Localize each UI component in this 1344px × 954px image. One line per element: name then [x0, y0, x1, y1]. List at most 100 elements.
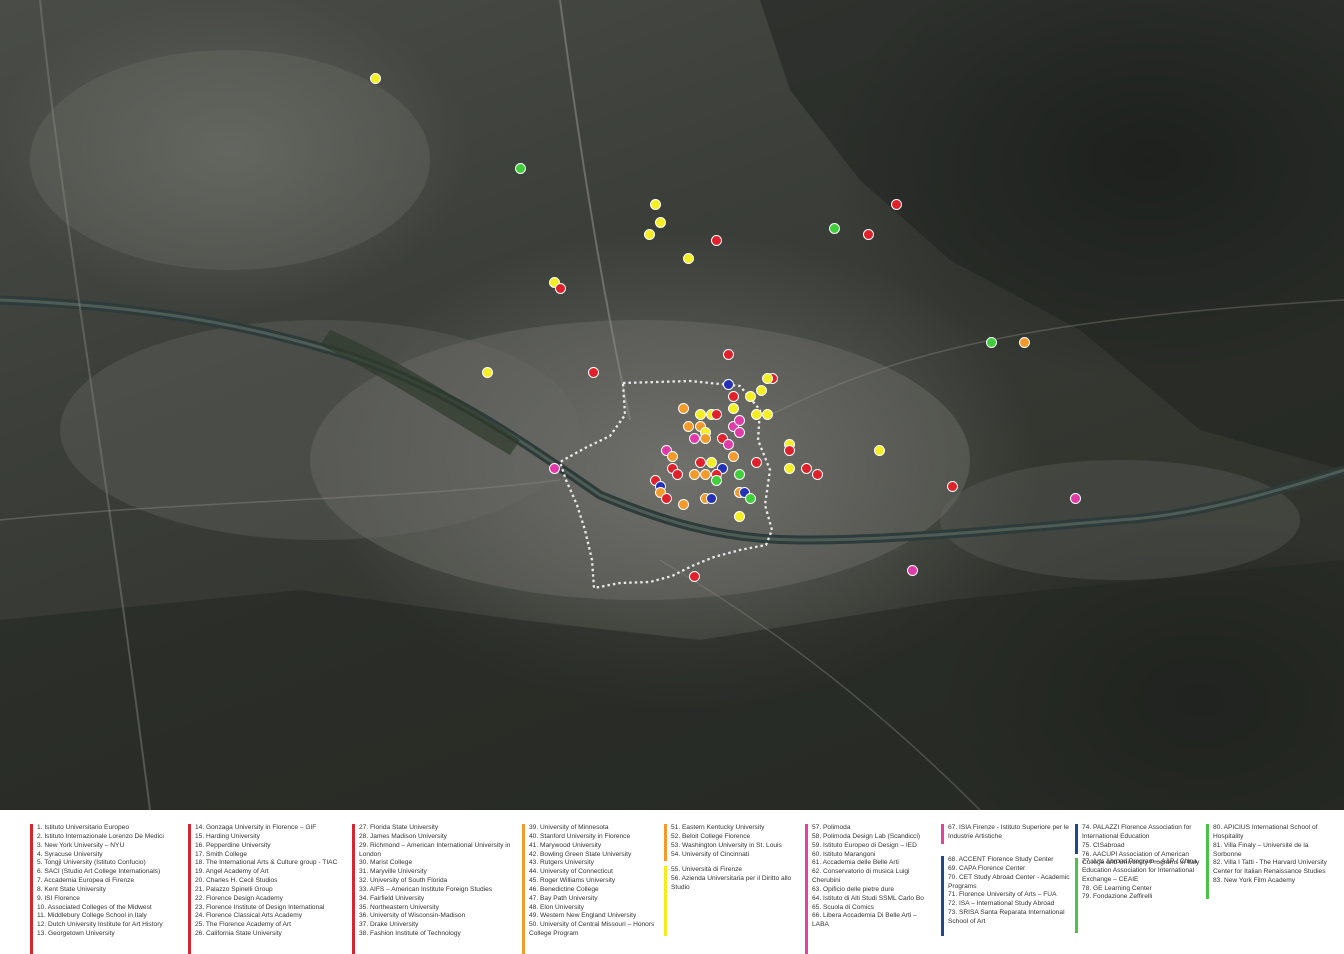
map-marker[interactable]: [728, 402, 740, 414]
map-marker[interactable]: [1069, 492, 1081, 504]
map-marker[interactable]: [733, 510, 745, 522]
legend-entry: 35. Northeastern University: [359, 903, 439, 911]
map-marker[interactable]: [644, 228, 656, 240]
legend-entry: 45. Roger Williams University: [529, 877, 616, 885]
map-marker[interactable]: [722, 378, 734, 390]
map-marker[interactable]: [711, 408, 723, 420]
map-marker[interactable]: [784, 444, 796, 456]
map-marker[interactable]: [688, 432, 700, 444]
map-marker[interactable]: [907, 564, 919, 576]
map-marker[interactable]: [722, 348, 734, 360]
legend-entry: 7. Accademia Europea di Firenze: [37, 877, 135, 885]
map-marker[interactable]: [700, 432, 712, 444]
legend-entry: 29. Richmond – American International Un…: [359, 841, 511, 858]
map-marker[interactable]: [694, 456, 706, 468]
map-marker[interactable]: [672, 468, 684, 480]
map-marker[interactable]: [744, 390, 756, 402]
map-marker[interactable]: [985, 336, 997, 348]
legend-entry: 77. Arts Abroad Program – AAP / China Ed…: [1082, 858, 1197, 883]
map-marker[interactable]: [711, 234, 723, 246]
map-marker[interactable]: [828, 222, 840, 234]
map-marker[interactable]: [750, 408, 762, 420]
map-marker[interactable]: [728, 390, 740, 402]
legend-entry: 69. CAPA Florence Center: [948, 864, 1026, 872]
legend-color-bar: [941, 824, 944, 844]
map-marker[interactable]: [694, 408, 706, 420]
map-marker[interactable]: [677, 402, 689, 414]
legend-entry: 60. Istituto Marangoni: [812, 850, 876, 858]
legend-entry: 11. Middlebury College School in Italy: [37, 912, 147, 920]
map-marker[interactable]: [733, 426, 745, 438]
map-marker[interactable]: [688, 468, 700, 480]
map-marker[interactable]: [588, 366, 600, 378]
legend-color-bar: [664, 824, 667, 861]
legend-column: 57. Polimoda 58. Polimoda Design Lab (Sca…: [805, 824, 935, 954]
map-marker[interactable]: [812, 468, 824, 480]
legend-entry: 82. Villa I Tatti - The Harvard Universi…: [1213, 859, 1327, 876]
legend-entry: 10. Associated Colleges of the Midwest: [37, 903, 152, 911]
map-marker[interactable]: [666, 450, 678, 462]
map-marker[interactable]: [683, 252, 695, 264]
map-marker[interactable]: [873, 444, 885, 456]
map-marker[interactable]: [946, 480, 958, 492]
map-marker[interactable]: [733, 414, 745, 426]
legend-color-bar: [1075, 858, 1078, 933]
legend-entry: 57. Polimoda: [812, 824, 851, 831]
map-marker[interactable]: [369, 72, 381, 84]
satellite-map[interactable]: [0, 0, 1344, 810]
map-marker[interactable]: [728, 450, 740, 462]
legend-entry: 41. Marywood University: [529, 841, 602, 849]
map-marker[interactable]: [750, 456, 762, 468]
legend-column: 55. Università di Firenze 56. Azienda Uni…: [664, 866, 804, 936]
legend-color-bar: [1206, 824, 1209, 899]
map-marker[interactable]: [705, 492, 717, 504]
legend-column: 67. ISIA Firenze - Istituto Superiore pe…: [941, 824, 1071, 844]
legend-entry: 75. CISabroad: [1082, 841, 1125, 849]
map-marker[interactable]: [1019, 336, 1031, 348]
legend-entry: 21. Palazzo Spinelli Group: [195, 885, 273, 893]
legend-entry: 15. Harding University: [195, 832, 260, 840]
map-marker[interactable]: [784, 462, 796, 474]
map-marker[interactable]: [890, 198, 902, 210]
legend-entry: 17. Smith College: [195, 850, 248, 858]
map-marker[interactable]: [660, 492, 672, 504]
legend-column: 27. Florida State University 28. James Ma…: [352, 824, 518, 954]
legend-entry: 66. Libera Accademia Di Belle Arti – LAB…: [812, 912, 917, 929]
legend-entry: 18. The International Arts & Culture gro…: [195, 859, 338, 867]
legend-entry: 20. Charles H. Cecil Studios: [195, 877, 278, 885]
map-marker[interactable]: [481, 366, 493, 378]
legend-entry: 23. Florence Institute of Design Interna…: [195, 903, 325, 911]
legend-entry: 6. SACI (Studio Art College Internationa…: [37, 868, 161, 876]
map-marker[interactable]: [761, 408, 773, 420]
legend-entry: 74. PALAZZI Florence Association for Int…: [1082, 824, 1192, 840]
map-marker[interactable]: [800, 462, 812, 474]
legend-entry: 72. ISA – International Study Abroad: [948, 900, 1055, 908]
map-marker[interactable]: [761, 372, 773, 384]
map-marker[interactable]: [688, 570, 700, 582]
map-marker[interactable]: [683, 420, 695, 432]
map-marker[interactable]: [722, 438, 734, 450]
map-marker[interactable]: [655, 216, 667, 228]
legend-column: 1. Istituto Universitario Europeo 2. Isti…: [30, 824, 180, 954]
map-marker[interactable]: [862, 228, 874, 240]
map-marker[interactable]: [677, 498, 689, 510]
legend-entry: 4. Syracuse University: [37, 850, 103, 858]
legend-entry: 40. Stanford University in Florence: [529, 832, 631, 840]
legend-entry: 19. Angel Academy of Art: [195, 868, 269, 876]
legend-entry: 81. Villa Finaly – Université de la Sorb…: [1213, 841, 1309, 858]
map-marker[interactable]: [548, 462, 560, 474]
map-marker[interactable]: [711, 474, 723, 486]
legend-entry: 39. University of Minnesota: [529, 824, 609, 831]
map-marker[interactable]: [515, 162, 527, 174]
map-marker[interactable]: [700, 468, 712, 480]
map-marker[interactable]: [744, 492, 756, 504]
legend-entry: 53. Washington University in St. Louis: [671, 841, 782, 849]
map-marker[interactable]: [705, 456, 717, 468]
legend-entry: 48. Elon University: [529, 903, 584, 911]
map-marker[interactable]: [733, 468, 745, 480]
map-marker[interactable]: [649, 198, 661, 210]
map-marker[interactable]: [756, 384, 768, 396]
legend-entry: 70. CET Study Abroad Center - Academic P…: [948, 873, 1070, 890]
legend-entry: 3. New York University – NYU: [37, 841, 125, 849]
map-marker[interactable]: [554, 282, 566, 294]
